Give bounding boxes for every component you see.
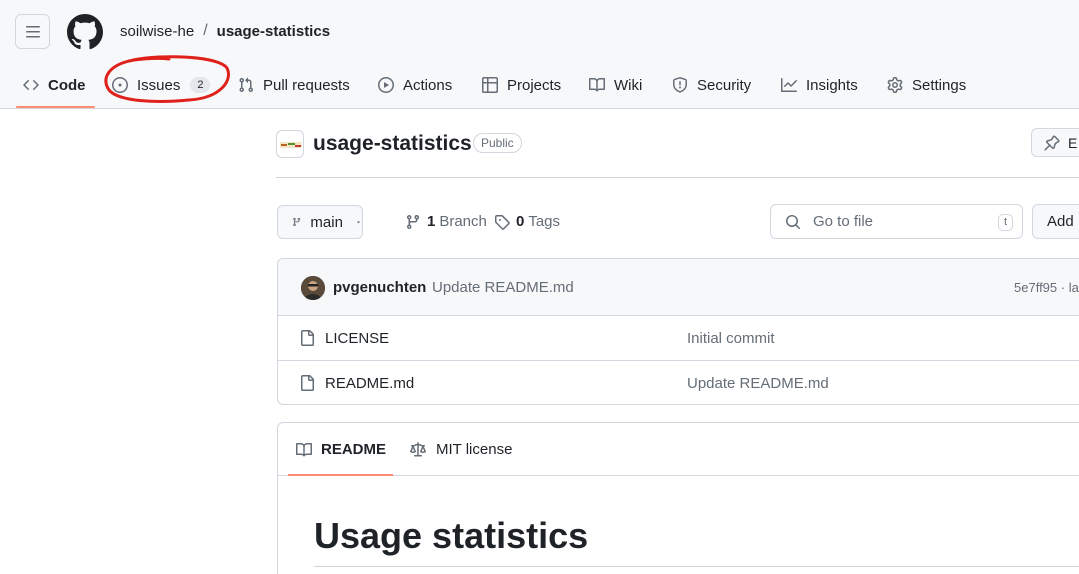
law-icon bbox=[410, 441, 426, 456]
menu-button[interactable] bbox=[15, 14, 50, 49]
tag-count: 0 bbox=[516, 213, 525, 230]
pin-button[interactable]: E bbox=[1031, 128, 1079, 157]
shield-icon bbox=[673, 77, 687, 93]
breadcrumb-separator: / bbox=[203, 22, 208, 39]
gear-icon bbox=[887, 77, 903, 93]
annotation-circle bbox=[104, 55, 230, 103]
book-icon bbox=[589, 77, 605, 92]
tab-label: Projects bbox=[507, 76, 562, 94]
file-commit-link[interactable]: Update README.md bbox=[687, 375, 829, 392]
tab-label: MIT license bbox=[436, 441, 513, 458]
go-to-file-placeholder: Go to file bbox=[813, 213, 874, 230]
git-pull-request-icon bbox=[239, 77, 254, 93]
hamburger-icon bbox=[25, 25, 40, 37]
tab-label: Actions bbox=[403, 76, 453, 94]
book-icon bbox=[296, 442, 312, 456]
readme-tabs: README MIT license bbox=[278, 423, 1079, 476]
active-tab-underline bbox=[288, 474, 393, 476]
readme-heading: Usage statistics bbox=[314, 515, 589, 556]
code-icon bbox=[23, 80, 39, 90]
commit-message-link[interactable]: Update README.md bbox=[432, 279, 574, 296]
commit-author-link[interactable]: pvgenuchten bbox=[333, 279, 426, 296]
latest-commit-row: pvgenuchten Update README.md 5e7ff95 · l… bbox=[278, 259, 1079, 316]
pin-label: E bbox=[1068, 134, 1078, 151]
go-to-file-input[interactable]: Go to file t bbox=[770, 204, 1023, 239]
owner-link[interactable]: soilwise-he bbox=[120, 23, 194, 40]
tab-label: README bbox=[321, 441, 387, 458]
commit-sha-link[interactable]: 5e7ff95 · las bbox=[1014, 280, 1079, 295]
file-row[interactable]: LICENSE Initial commit bbox=[278, 316, 1079, 361]
tab-label: Pull requests bbox=[263, 76, 350, 94]
file-row[interactable]: README.md Update README.md bbox=[278, 361, 1079, 404]
repo-link[interactable]: usage-statistics bbox=[217, 23, 330, 40]
tab-readme[interactable]: README bbox=[296, 423, 386, 476]
branches-link[interactable]: 1 Branch bbox=[405, 213, 487, 230]
triangle-down-icon bbox=[356, 221, 361, 224]
soilwise-logo-icon bbox=[280, 142, 302, 148]
tab-security[interactable]: Security bbox=[672, 62, 751, 108]
file-name-link[interactable]: README.md bbox=[325, 375, 414, 392]
repo-avatar bbox=[276, 130, 304, 158]
tab-label: Security bbox=[697, 76, 752, 94]
add-file-button[interactable]: Add bbox=[1032, 204, 1079, 239]
title-divider bbox=[276, 177, 1079, 178]
play-icon bbox=[378, 77, 394, 93]
tags-link[interactable]: 0 Tags bbox=[494, 213, 560, 230]
pin-icon bbox=[1044, 134, 1060, 150]
tab-actions[interactable]: Actions bbox=[378, 62, 452, 108]
tab-label: Insights bbox=[806, 76, 858, 94]
repo-title[interactable]: usage-statistics bbox=[313, 132, 472, 156]
tab-pull-requests[interactable]: Pull requests bbox=[238, 62, 350, 108]
tab-label: Code bbox=[48, 76, 86, 94]
visibility-badge: Public bbox=[473, 133, 522, 153]
file-name-link[interactable]: LICENSE bbox=[325, 330, 389, 347]
tab-label: Settings bbox=[912, 76, 967, 94]
file-icon bbox=[301, 375, 314, 391]
tab-license[interactable]: MIT license bbox=[409, 423, 512, 476]
tab-settings[interactable]: Settings bbox=[887, 62, 966, 108]
avatar[interactable] bbox=[301, 276, 325, 300]
breadcrumb: soilwise-he / usage-statistics bbox=[120, 22, 330, 40]
github-logo-icon[interactable] bbox=[67, 14, 103, 50]
tab-code[interactable]: Code bbox=[23, 62, 86, 108]
table-icon bbox=[482, 77, 498, 93]
tag-count-label: Tags bbox=[528, 213, 561, 230]
file-icon bbox=[301, 330, 314, 346]
tab-projects[interactable]: Projects bbox=[482, 62, 561, 108]
readme-panel: README MIT license Usage statistics bbox=[277, 422, 1079, 574]
file-commit-link[interactable]: Initial commit bbox=[687, 330, 775, 347]
tab-insights[interactable]: Insights bbox=[781, 62, 858, 108]
tab-wiki[interactable]: Wiki bbox=[589, 62, 642, 108]
heading-divider bbox=[314, 566, 1079, 567]
branch-count: 1 bbox=[427, 213, 436, 230]
file-list: pvgenuchten Update README.md 5e7ff95 · l… bbox=[277, 258, 1079, 405]
user-avatar-icon bbox=[301, 276, 325, 300]
branch-name: main bbox=[310, 213, 343, 231]
branch-count-label: Branch bbox=[439, 213, 487, 230]
search-icon bbox=[786, 214, 801, 229]
shortcut-key: t bbox=[997, 214, 1013, 231]
git-branch-icon bbox=[293, 217, 301, 227]
branch-select-button[interactable]: main bbox=[277, 205, 363, 239]
git-branch-icon bbox=[406, 214, 419, 229]
tab-label: Wiki bbox=[614, 76, 643, 94]
graph-icon bbox=[781, 78, 797, 92]
tag-icon bbox=[495, 214, 510, 230]
active-tab-underline bbox=[16, 106, 95, 108]
